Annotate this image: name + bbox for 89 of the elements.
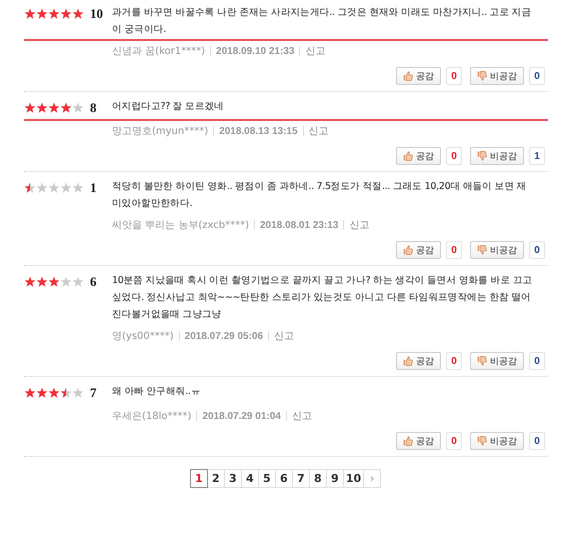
star-icon — [36, 182, 48, 194]
page-button[interactable]: 10 — [342, 469, 364, 488]
thumbs-down-icon — [477, 71, 487, 81]
like-button[interactable]: 공감 — [396, 241, 441, 259]
like-button[interactable]: 공감 — [396, 352, 441, 370]
page-button[interactable]: 6 — [274, 469, 293, 488]
like-button[interactable]: 공감 — [396, 432, 441, 450]
thumbs-down-icon — [477, 356, 487, 366]
star-icon — [72, 8, 84, 20]
thumbs-up-icon — [403, 151, 413, 161]
like-count: 0 — [446, 147, 462, 165]
star-icon — [36, 387, 48, 399]
review-date: 2018.09.10 21:33 — [216, 46, 294, 56]
report-link[interactable]: 신고 — [349, 218, 370, 232]
star-icon — [24, 182, 36, 194]
thumbs-down-icon — [477, 436, 487, 446]
dislike-button[interactable]: 비공감 — [470, 241, 524, 259]
author-name: 우세은(18lo****) — [112, 410, 192, 423]
star-icon — [24, 387, 36, 399]
star-icon — [36, 8, 48, 20]
star-icon — [36, 102, 48, 114]
review-date: 2018.07.29 05:06 — [184, 330, 264, 342]
star-icon — [48, 387, 60, 399]
author-name: 씨앗을 뿌리는 농부(zxcb****) — [112, 219, 249, 232]
dislike-count: 0 — [529, 67, 545, 85]
star-icon — [48, 182, 60, 194]
rating-score: 8 — [90, 100, 96, 116]
star-icon — [24, 276, 36, 288]
star-icon — [72, 387, 84, 399]
dislike-count: 0 — [529, 432, 545, 450]
dislike-count: 0 — [529, 352, 545, 370]
dislike-button[interactable]: 비공감 — [470, 432, 524, 450]
star-icon — [60, 102, 72, 114]
star-icon — [72, 182, 84, 194]
star-icon — [48, 102, 60, 114]
review-date: 2018.08.01 23:13 — [260, 220, 338, 230]
dislike-button[interactable]: 비공감 — [470, 147, 524, 165]
review-text: 과거를 바꾸면 바꿀수록 나란 존재는 사라지는게다.. 그것은 현재와 미래도 마찬가지니.. 고로 지금이 궁극이다. — [112, 6, 532, 37]
page-button[interactable]: 4 — [240, 469, 259, 488]
star-icon — [60, 387, 72, 399]
like-count: 0 — [446, 67, 462, 85]
like-button[interactable]: 공감 — [396, 147, 441, 165]
star-icon — [60, 8, 72, 20]
review-text: 적당히 볼만한 하이틴 영화.. 평점이 좀 과하네.. 7.5정도가 적절... 그래도 10,20대 애들이 보면 재미있아할만한하다. — [112, 180, 528, 211]
review-date: 2018.07.29 01:04 — [202, 410, 281, 422]
star-icon — [72, 276, 84, 288]
review-text: 10분쯤 지났을때 혹시 이런 촬영기법으로 끝까지 끌고 가나? 하는 생각이 들면서 영화를 바로 끄고 싶었다. 정신사납고 최악~~~탄탄한 스토리가 있는것도 아니고 다른 타임워프명작에는 한참 떨어진다볼거없을때 그냥그냥 — [112, 274, 534, 322]
thumbs-up-icon — [403, 356, 413, 366]
page-button[interactable]: 5 — [258, 469, 276, 488]
thumbs-down-icon — [477, 151, 487, 161]
dislike-button[interactable]: 비공감 — [470, 352, 524, 370]
review-text: 어지럽다고?? 잘 모르겠네 — [112, 100, 225, 114]
star-icon — [60, 182, 72, 194]
rating-score: 6 — [90, 274, 96, 290]
review-text: 왜 아빠 안구해줘..ㅠ — [112, 385, 202, 399]
rating-score: 7 — [90, 385, 96, 401]
report-link[interactable]: 신고 — [292, 409, 312, 423]
author-name: 영(ys00****) — [112, 330, 174, 343]
page-button[interactable]: 8 — [308, 469, 327, 488]
author-name: 망고명호(myun****) — [112, 125, 208, 138]
thumbs-up-icon — [403, 71, 413, 81]
page-button[interactable]: 9 — [326, 469, 344, 488]
author-name: 신념과 꿈(kor1****) — [112, 45, 206, 58]
dislike-count: 1 — [529, 147, 545, 165]
page-button[interactable]: 7 — [292, 469, 310, 488]
star-icon — [24, 102, 36, 114]
page-button[interactable]: 3 — [224, 469, 242, 488]
rating-score: 1 — [90, 180, 96, 196]
dislike-count: 0 — [529, 241, 545, 259]
star-icon — [24, 8, 36, 20]
report-link[interactable]: 신고 — [274, 329, 294, 343]
report-link[interactable]: 신고 — [308, 124, 329, 138]
star-icon — [60, 276, 72, 288]
like-count: 0 — [446, 241, 462, 259]
review-date: 2018.08.13 13:15 — [219, 126, 298, 136]
star-icon — [48, 276, 60, 288]
report-link[interactable]: 신고 — [305, 44, 326, 58]
thumbs-down-icon — [477, 245, 487, 255]
rating-score: 10 — [90, 6, 103, 22]
dislike-button[interactable]: 비공감 — [470, 67, 524, 85]
star-icon — [48, 8, 60, 20]
thumbs-up-icon — [403, 436, 413, 446]
star-icon — [36, 276, 48, 288]
like-count: 0 — [446, 352, 462, 370]
like-button[interactable]: 공감 — [396, 67, 441, 85]
page-button[interactable]: 1 — [190, 469, 208, 488]
thumbs-up-icon — [403, 245, 413, 255]
like-count: 0 — [446, 432, 462, 450]
star-icon — [72, 102, 84, 114]
